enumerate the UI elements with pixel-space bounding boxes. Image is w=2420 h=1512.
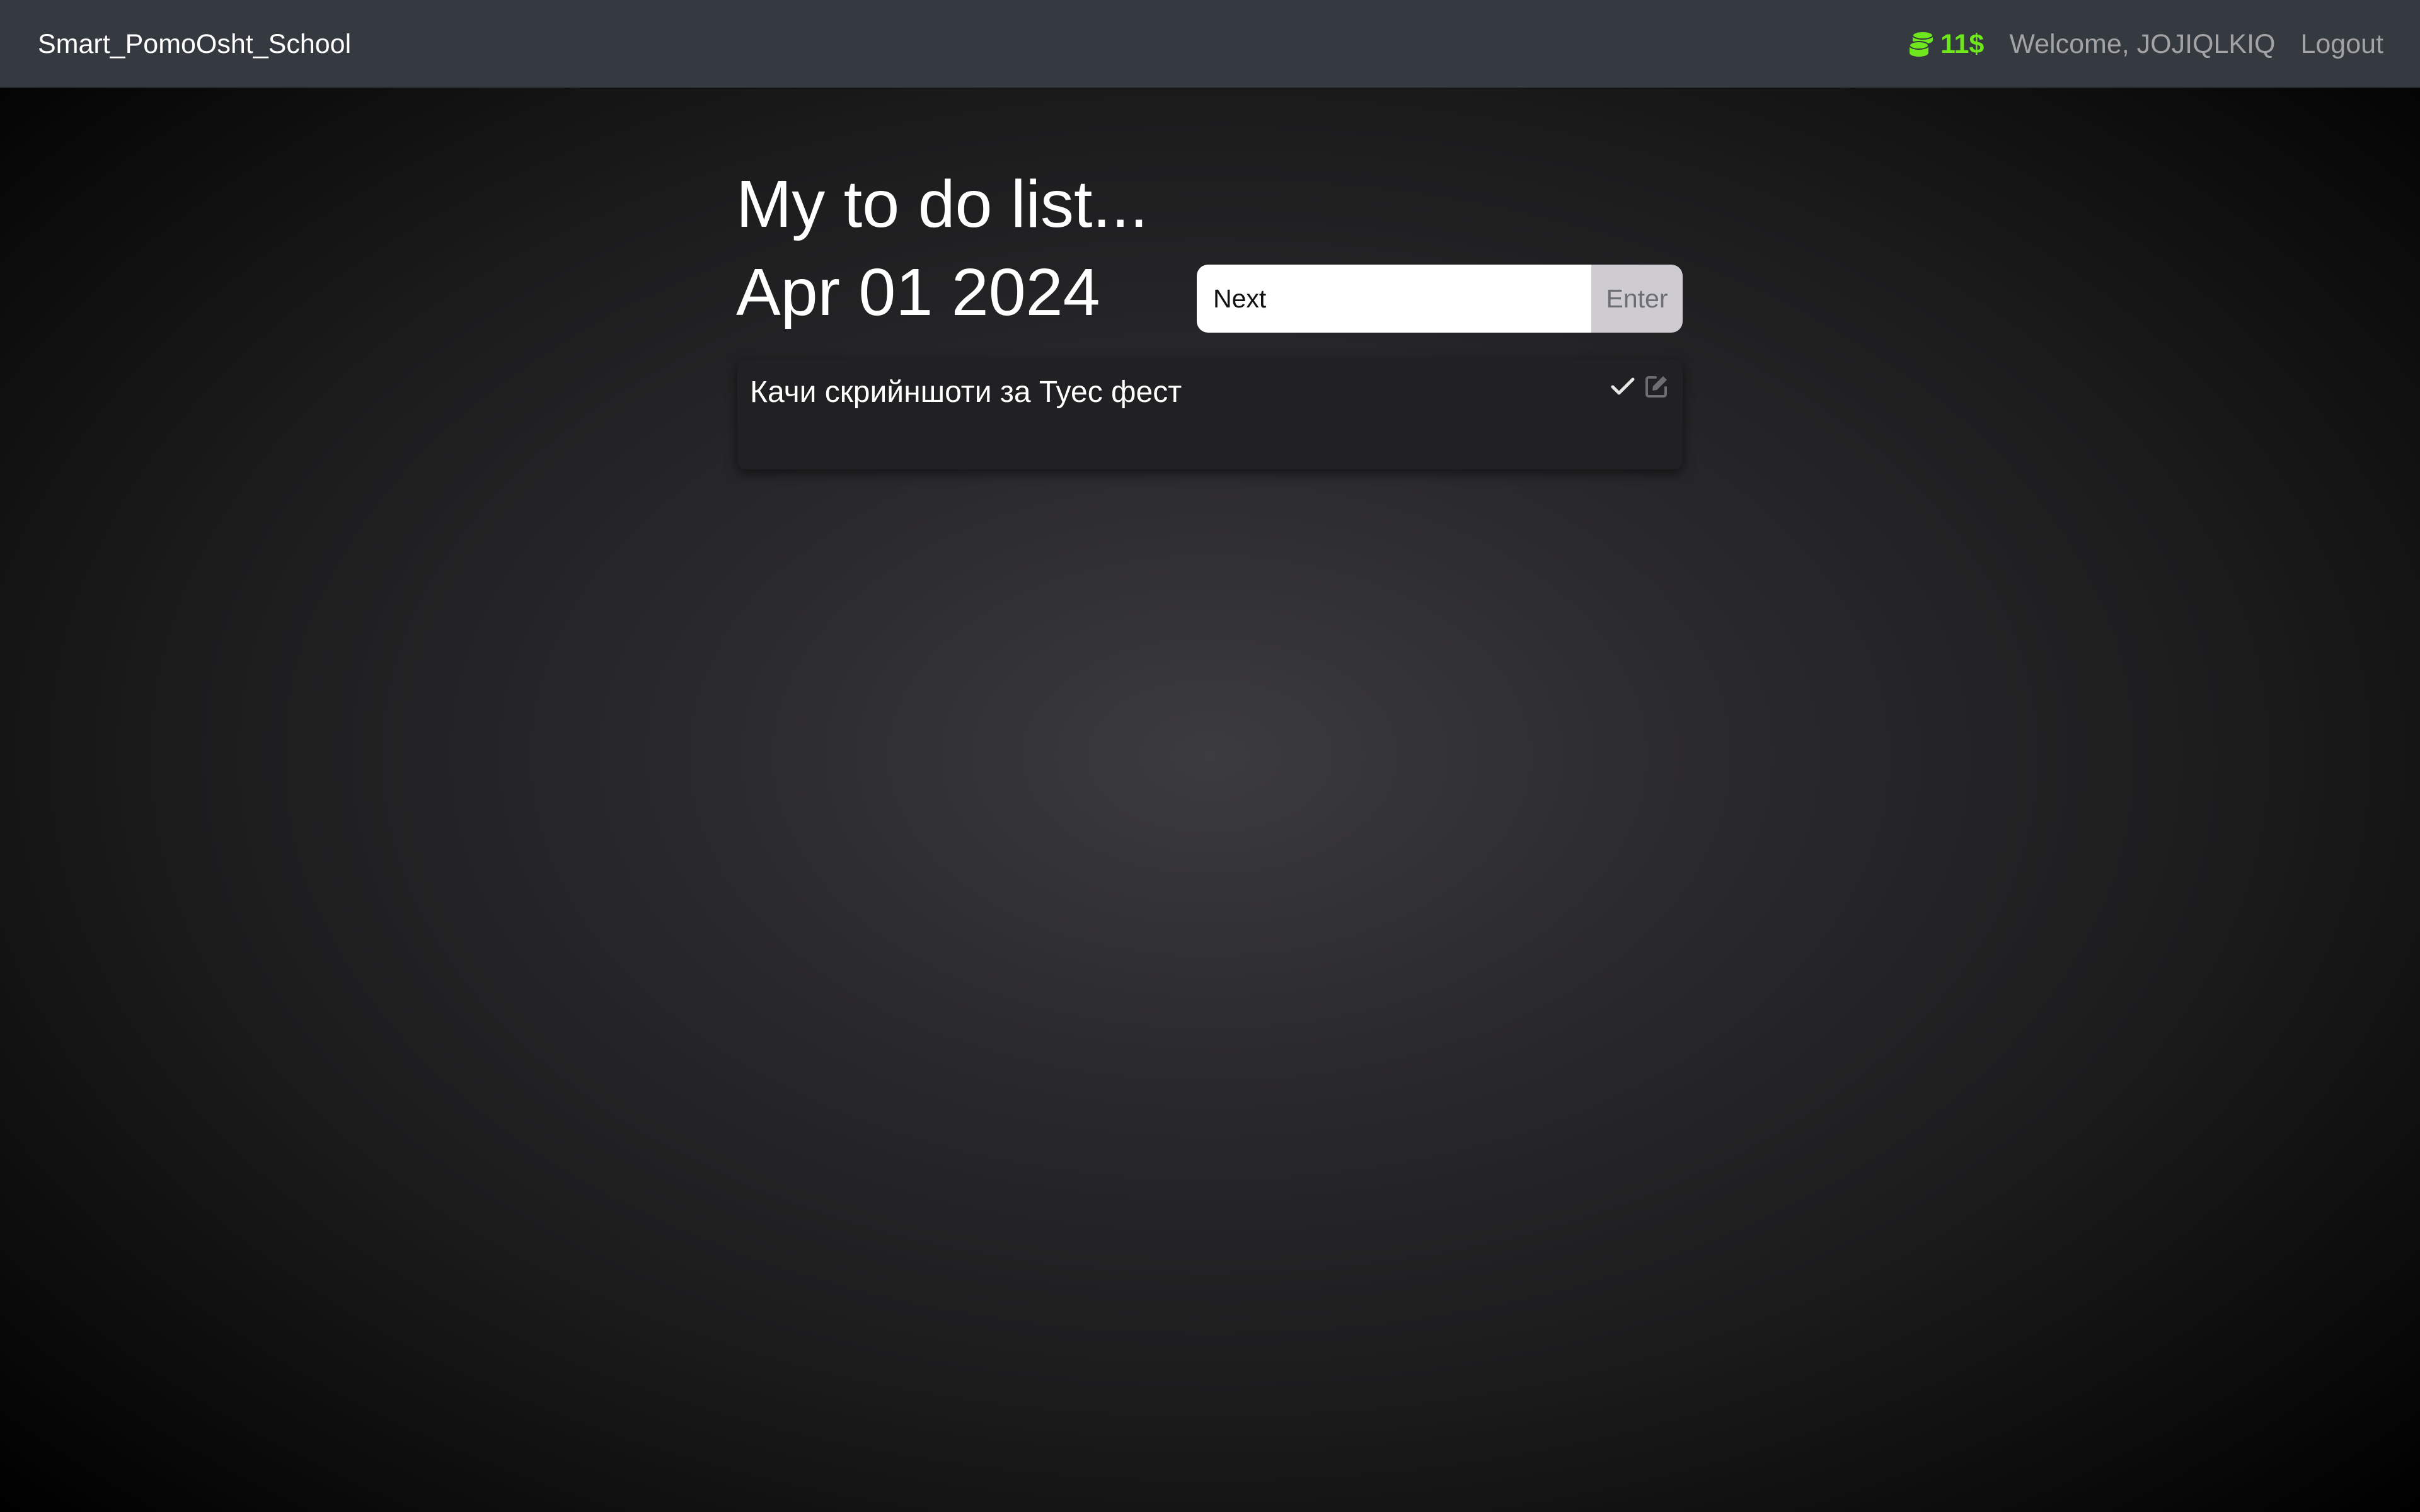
welcome-text: Welcome, JOJIQLKIQ bbox=[2009, 28, 2276, 59]
current-date: Apr 01 2024 bbox=[736, 255, 1100, 329]
logout-link[interactable]: Logout bbox=[2300, 29, 2383, 60]
task-input[interactable] bbox=[1197, 265, 1591, 333]
brand-link[interactable]: Smart_PomoOsht_School bbox=[38, 28, 351, 60]
navbar: Smart_PomoOsht_School 11$ Welcome, JOJIQ… bbox=[0, 0, 2420, 88]
edit-icon[interactable] bbox=[1642, 372, 1671, 401]
task-actions bbox=[1603, 372, 1671, 401]
nav-right: 11$ Welcome, JOJIQLKIQ Logout bbox=[1908, 28, 2383, 60]
page-title: My to do list... bbox=[736, 167, 1148, 241]
enter-button[interactable]: Enter bbox=[1591, 265, 1683, 333]
coins-icon bbox=[1908, 31, 1933, 57]
task-text: Качи скрийншоти за Туес фест bbox=[750, 375, 1182, 409]
check-icon[interactable] bbox=[1608, 372, 1637, 401]
task-card: Качи скрийншоти за Туес фест bbox=[737, 359, 1683, 469]
coins-amount: 11$ bbox=[1940, 28, 1985, 59]
task-input-group: Enter bbox=[1197, 265, 1683, 333]
coins-balance: 11$ bbox=[1908, 28, 1985, 60]
